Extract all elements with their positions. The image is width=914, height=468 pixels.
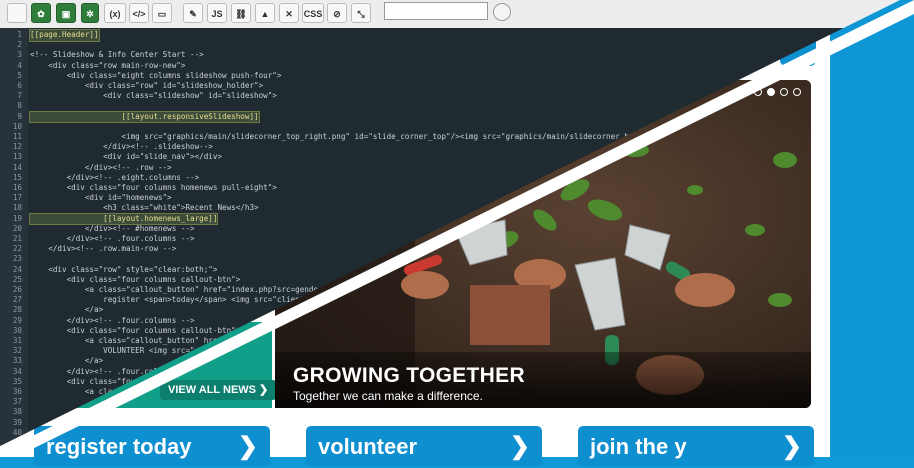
line-number: 24 — [12, 264, 22, 274]
line-number: 8 — [17, 101, 22, 111]
code-button[interactable]: </> — [129, 3, 149, 23]
line-number: 25 — [12, 274, 22, 284]
code-text: <div class="row main-row-new"> — [30, 60, 186, 70]
fullscreen-icon[interactable]: ⤡ — [351, 3, 371, 23]
line-number: 26 — [12, 285, 22, 294]
code-text: [[layout.homenews_large]] — [28, 212, 219, 226]
line-number: 15 — [12, 172, 22, 182]
code-text: [[page.Header]] — [29, 29, 100, 42]
line-number: 31 — [12, 336, 22, 345]
code-text: </a> — [30, 305, 104, 315]
code-line[interactable]: 1 [[page.Header]] — [0, 29, 900, 42]
line-number: 27 — [12, 295, 22, 305]
line-number: 16 — [12, 183, 22, 192]
code-text: </div><!-- .four.columns --> — [30, 234, 195, 243]
code-text: [[layout.responsiveSlideshow]] — [29, 110, 260, 124]
flash-icon[interactable]: ✕ — [279, 3, 299, 23]
settings-icon[interactable]: ✿ — [31, 3, 51, 23]
line-number: 4 — [17, 60, 22, 70]
folder-icon[interactable]: ▣ — [56, 3, 76, 23]
line-number: 10 — [12, 121, 22, 131]
code-text: <h3 class="white">Recent News</h3> — [30, 203, 259, 213]
line-number: 32 — [12, 346, 22, 356]
line-number: 7 — [17, 91, 22, 101]
line-number: 38 — [12, 407, 22, 417]
javascript-button[interactable]: JS — [207, 3, 227, 23]
line-number: 9 — [17, 111, 22, 121]
toggle-icon[interactable]: ⊘ — [327, 3, 347, 23]
line-number: 17 — [12, 193, 22, 203]
link-icon[interactable]: ⛓ — [231, 3, 251, 23]
code-text: <div class="slideshow" id="slideshow"> — [30, 91, 277, 101]
variable-button[interactable]: (x) — [104, 3, 126, 23]
line-number: 13 — [12, 152, 22, 162]
preview-icon[interactable]: ▭ — [152, 3, 172, 23]
edit-icon[interactable]: ✎ — [183, 3, 203, 23]
code-text: </div><!-- #homenews --> — [30, 223, 195, 233]
line-number: 2 — [17, 40, 22, 50]
line-number: 21 — [12, 234, 22, 243]
line-number: 35 — [12, 376, 22, 386]
code-text: <div class="row" id="slideshow_holder"> — [30, 81, 264, 90]
line-number: 33 — [12, 356, 22, 366]
image-icon[interactable]: ▲ — [255, 3, 275, 23]
line-number: 40 — [12, 427, 22, 437]
line-number: 19 — [12, 213, 22, 223]
code-line[interactable]: 3 <!-- Slideshow & Info Center Start --> — [0, 50, 900, 61]
code-line[interactable]: 2 — [0, 40, 900, 51]
line-number: 37 — [12, 397, 22, 407]
code-text: <div class="four columns callout-btn"> — [30, 274, 241, 284]
line-number: 22 — [12, 244, 22, 254]
code-text: </a> — [30, 356, 104, 366]
gear-icon[interactable]: ✲ — [81, 3, 99, 23]
code-text: <div class="eight columns slideshow push… — [30, 70, 282, 80]
line-number: 28 — [12, 305, 22, 315]
code-text: <div id="homenews"> — [30, 193, 172, 203]
line-number: 29 — [12, 315, 22, 325]
code-text: <!-- Slideshow & Info Center Start --> — [30, 50, 204, 60]
css-button[interactable]: CSS — [302, 3, 324, 23]
line-number: 1 — [17, 30, 22, 39]
line-number: 5 — [17, 70, 22, 80]
line-number: 20 — [12, 223, 22, 233]
code-text: </div><!-- .eight.columns --> — [30, 172, 200, 182]
code-text: </div><!-- .four.columns --> — [30, 315, 195, 325]
layout-icon[interactable] — [7, 3, 27, 23]
line-number: 36 — [12, 387, 22, 396]
code-text: <div id="slide_nav"></div> — [30, 152, 223, 162]
code-text: </div><!-- .slideshow--> — [30, 142, 213, 152]
code-text: <div class="four columns homenews pull-e… — [30, 183, 277, 192]
line-number: 14 — [12, 162, 22, 172]
code-text: <div class="four columns callout-btn"> — [30, 325, 241, 335]
search-icon[interactable] — [493, 3, 511, 21]
line-number: 23 — [12, 254, 22, 264]
line-number: 34 — [12, 366, 22, 376]
editor-toolbar: ✿ ▣ ✲ (x) </> ▭ ✎ JS ⛓ ▲ ✕ CSS ⊘ ⤡ — [0, 0, 900, 29]
line-number: 12 — [12, 142, 22, 152]
line-number: 30 — [12, 325, 22, 335]
line-number: 39 — [12, 417, 22, 427]
line-number: 3 — [17, 50, 22, 60]
line-number: 18 — [12, 203, 22, 213]
search-input[interactable] — [384, 2, 488, 20]
code-text: </div><!-- .row.main-row --> — [30, 244, 177, 254]
code-text: <div class="row" style="clear:both;"> — [30, 264, 218, 274]
line-number: 11 — [12, 132, 22, 141]
line-number: 6 — [17, 81, 22, 90]
code-text: <img src="graphics/main/slidecorner_top_… — [30, 132, 639, 141]
code-text: </div><!-- .row --> — [30, 162, 172, 172]
